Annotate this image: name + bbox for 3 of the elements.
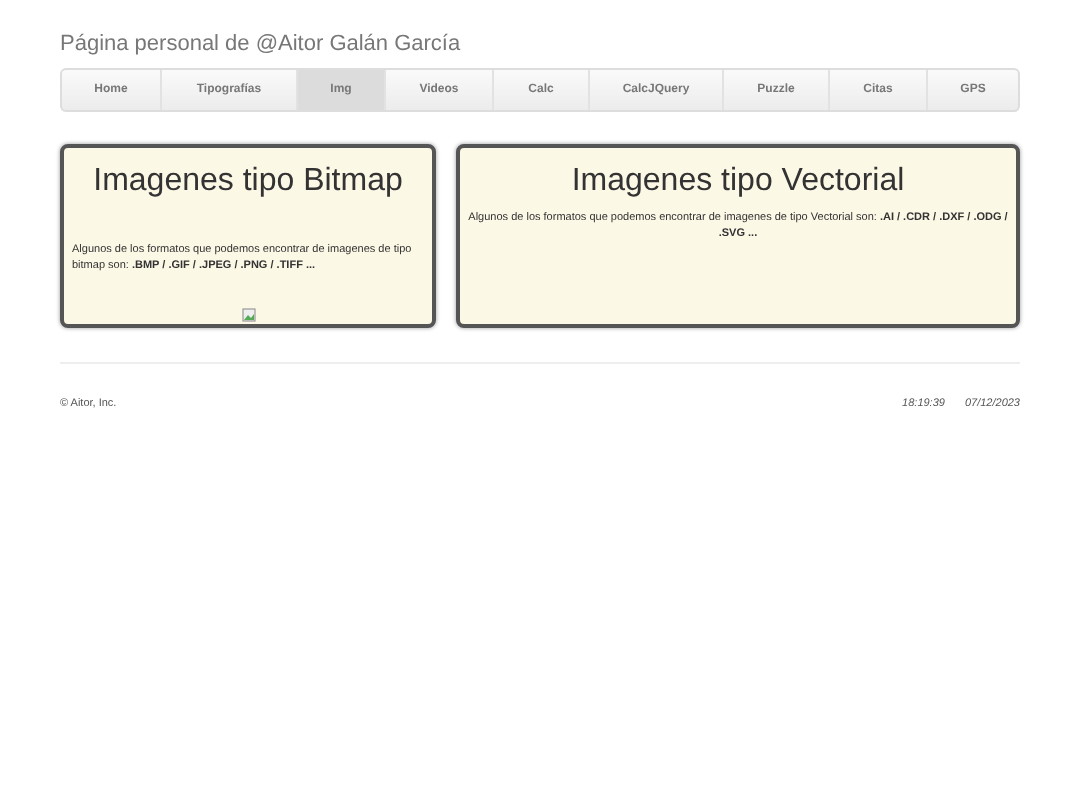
card-title: Imagenes tipo Bitmap [93, 162, 403, 202]
page-title: Página personal de @Aitor Galán García [60, 30, 463, 58]
card-title: Imagenes tipo Vectorial [571, 162, 905, 202]
